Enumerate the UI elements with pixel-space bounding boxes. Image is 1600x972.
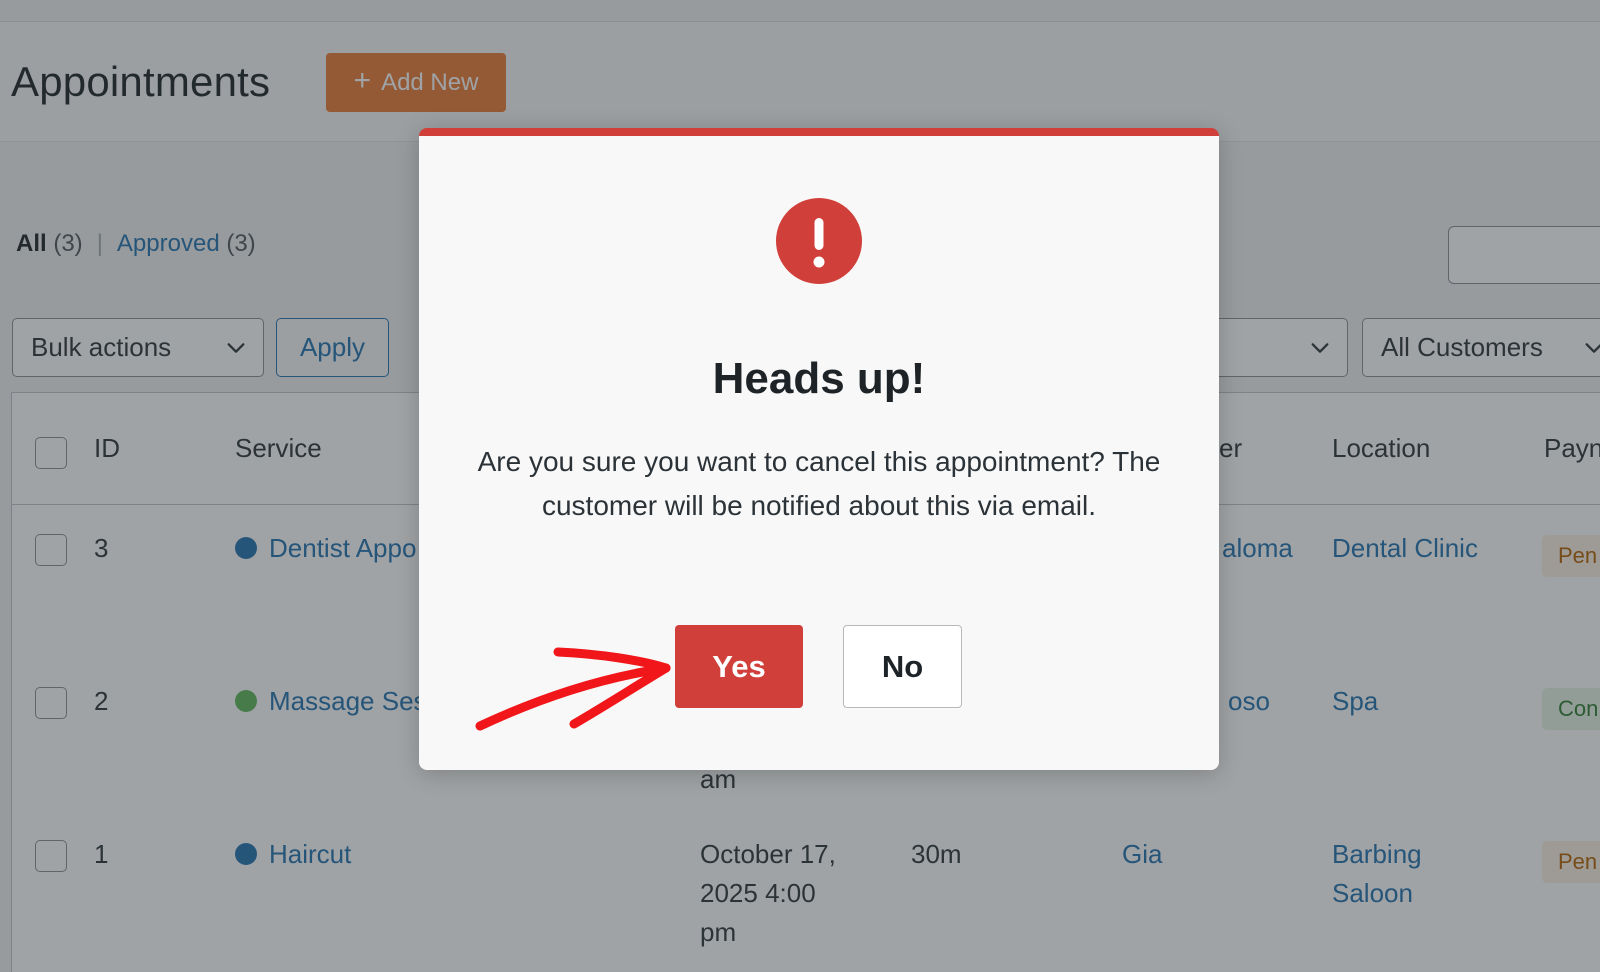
exclamation-circle-icon bbox=[776, 198, 862, 284]
no-button[interactable]: No bbox=[843, 625, 962, 708]
yes-button[interactable]: Yes bbox=[675, 625, 803, 708]
dialog-title: Heads up! bbox=[712, 354, 926, 403]
dialog-message: Are you sure you want to cancel this app… bbox=[477, 446, 1161, 521]
red-arrow-icon bbox=[475, 647, 671, 731]
